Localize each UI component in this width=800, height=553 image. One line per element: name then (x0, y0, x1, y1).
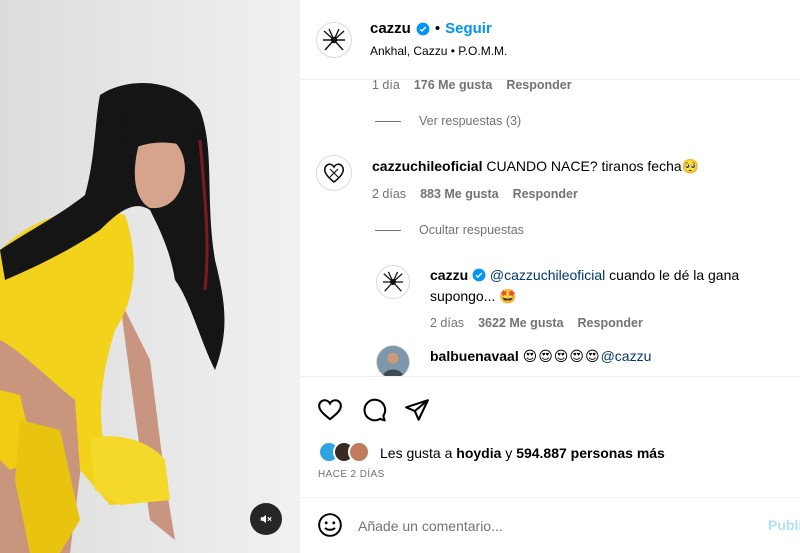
comment-icon[interactable] (361, 397, 387, 423)
post-timestamp[interactable]: HACE 2 DÍAS (318, 469, 385, 480)
post-username[interactable]: cazzu (370, 20, 411, 37)
share-icon[interactable] (404, 397, 430, 423)
likes-prefix: Les gusta a (380, 445, 457, 461)
comment-age: 2 días (372, 187, 407, 201)
mute-icon (260, 514, 272, 524)
likes-count[interactable]: 594.887 personas más (516, 445, 665, 461)
hide-replies-label: Ocultar respuestas (419, 223, 524, 237)
likes-connector: y (501, 445, 517, 461)
emoji-icon[interactable] (317, 512, 343, 538)
comment-body: cazzuchileoficial CUANDO NACE? tiranos f… (372, 156, 699, 177)
comment-emojis: 😍😍😍😍😍 (522, 348, 601, 364)
add-comment-bar: Publi (300, 497, 800, 553)
view-replies-label: Ver respuestas (3) (419, 114, 522, 128)
comment-meta: 2 días 883 Me gusta Responder (372, 187, 578, 201)
reply-meta: 2 días 3622 Me gusta Responder (430, 316, 643, 330)
avatar[interactable] (316, 22, 352, 58)
avatar[interactable] (316, 155, 352, 191)
reply-text-part2: supongo... (430, 288, 496, 304)
post-actions: Les gusta a hoydia y 594.887 personas má… (300, 376, 800, 506)
heart-logo-icon (323, 163, 345, 184)
comment-emoji: 🥺 (681, 158, 700, 174)
separator-dot: • (434, 20, 441, 37)
comment-username[interactable]: balbuenavaal (430, 348, 519, 364)
publish-button[interactable]: Publi (768, 517, 800, 533)
reply-button[interactable]: Responder (506, 80, 571, 92)
reply-mention[interactable]: @cazzuchileoficial (490, 267, 605, 283)
comments-list[interactable]: 1 día 176 Me gusta Responder Ver respues… (300, 80, 800, 376)
follow-button[interactable]: Seguir (445, 20, 492, 37)
spider-logo-icon (382, 271, 404, 292)
heart-icon[interactable] (317, 397, 343, 423)
profile-photo (377, 346, 409, 376)
spider-logo-icon (323, 28, 345, 51)
reply-button[interactable]: Responder (578, 316, 643, 330)
reply-text-part1: cuando le dé la gana (605, 267, 740, 283)
likes-summary: Les gusta a hoydia y 594.887 personas má… (318, 441, 665, 465)
verified-badge-icon (472, 268, 486, 282)
post-header: cazzu • Seguir Ankhal, Cazzu • P.O.M.M. (300, 0, 800, 80)
avatar[interactable] (376, 345, 410, 376)
comment-username[interactable]: cazzuchileoficial (372, 158, 482, 174)
reply-likes[interactable]: 3622 Me gusta (478, 316, 563, 330)
hide-replies-button[interactable]: Ocultar respuestas (375, 223, 524, 237)
post-side-panel: cazzu • Seguir Ankhal, Cazzu • P.O.M.M. … (300, 0, 800, 553)
divider-line (375, 120, 401, 122)
comment-likes[interactable]: 883 Me gusta (420, 187, 499, 201)
divider-line (375, 229, 401, 231)
comment-meta: 1 día 176 Me gusta Responder (372, 80, 572, 92)
reply-age: 2 días (430, 316, 465, 330)
likes-text: Les gusta a hoydia y 594.887 personas má… (380, 445, 665, 461)
comment-text: CUANDO NACE? tiranos fecha (486, 158, 682, 174)
view-replies-button[interactable]: Ver respuestas (3) (375, 114, 521, 128)
comment-likes[interactable]: 176 Me gusta (414, 80, 493, 92)
comment-age: 1 día (372, 80, 400, 92)
avatar[interactable] (376, 265, 410, 299)
comment-input[interactable] (358, 514, 738, 538)
comment-mention[interactable]: @cazzu (601, 348, 652, 364)
video-frame (0, 83, 225, 553)
liker-username[interactable]: hoydia (456, 445, 501, 461)
verified-badge-icon (416, 22, 430, 35)
reply-button[interactable]: Responder (513, 187, 578, 201)
reply-username[interactable]: cazzu (430, 267, 468, 283)
audio-separator: • (450, 44, 455, 58)
mute-button[interactable] (250, 503, 282, 535)
audio-artists[interactable]: Ankhal, Cazzu (370, 44, 447, 58)
avatar[interactable] (348, 441, 370, 463)
audio-track[interactable]: P.O.M.M. (458, 44, 507, 58)
comment-body: balbuenavaal 😍😍😍😍😍@cazzu (430, 346, 651, 367)
liker-avatars (318, 441, 374, 465)
audio-info: Ankhal, Cazzu • P.O.M.M. (370, 44, 507, 58)
reply-body: cazzu @cazzuchileoficial cuando le dé la… (430, 265, 780, 307)
reply-emoji: 🤩 (499, 288, 517, 304)
post-video[interactable] (0, 0, 300, 553)
